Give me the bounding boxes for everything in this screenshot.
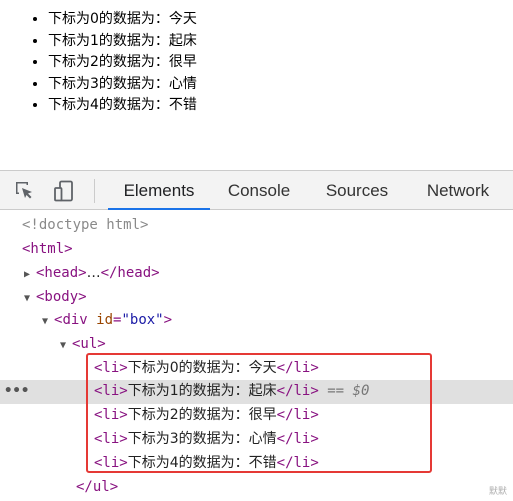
watermark: 默默 [488, 487, 507, 497]
dom-node-doctype[interactable]: <!doctype html> [0, 214, 513, 238]
devtools-toolbar: Elements Console Sources Network [0, 170, 513, 210]
list-item: 下标为4的数据为：不错 [48, 95, 197, 117]
list-item: 下标为3的数据为：心情 [48, 74, 197, 96]
tab-sources[interactable]: Sources [317, 171, 397, 210]
more-options-icon[interactable]: ••• [4, 380, 29, 404]
dom-node-head[interactable]: ▶ <head>…</head> [0, 262, 513, 286]
tab-console[interactable]: Console [218, 171, 300, 210]
collapse-arrow-icon[interactable]: ▼ [24, 287, 36, 311]
dom-node-html[interactable]: <html> [0, 238, 513, 262]
collapse-arrow-icon[interactable]: ▼ [60, 334, 72, 358]
list-item: 下标为2的数据为：很早 [48, 52, 197, 74]
dom-node-div[interactable]: ▼ <div id="box"> [0, 309, 513, 333]
tab-elements[interactable]: Elements [108, 171, 210, 210]
device-toolbar-icon[interactable] [52, 179, 76, 203]
page-list: 下标为0的数据为：今天 下标为1的数据为：起床 下标为2的数据为：很早 下标为3… [48, 9, 197, 117]
devtools-panel: Elements Console Sources Network <!docty… [0, 170, 513, 501]
dom-node-ul-close[interactable]: </ul> [0, 476, 513, 500]
highlight-annotation [86, 353, 432, 473]
toolbar-divider [94, 179, 95, 203]
inspect-element-icon[interactable] [13, 179, 37, 203]
collapse-arrow-icon[interactable]: ▼ [42, 310, 54, 334]
tab-network[interactable]: Network [414, 171, 502, 210]
list-item: 下标为1的数据为：起床 [48, 31, 197, 53]
expand-arrow-icon[interactable]: ▶ [24, 263, 36, 287]
list-item: 下标为0的数据为：今天 [48, 9, 197, 31]
rendered-page: 下标为0的数据为：今天 下标为1的数据为：起床 下标为2的数据为：很早 下标为3… [0, 0, 513, 170]
dom-node-body[interactable]: ▼ <body> [0, 286, 513, 310]
